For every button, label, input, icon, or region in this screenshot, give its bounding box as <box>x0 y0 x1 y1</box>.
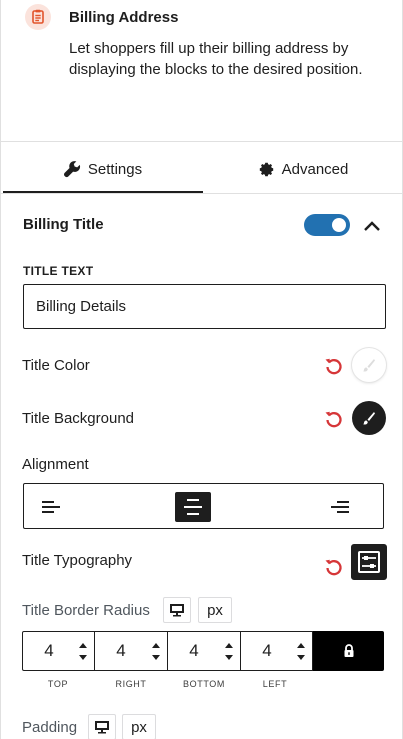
tab-settings[interactable]: Settings <box>3 145 203 193</box>
panel-title: Billing Title <box>23 216 104 233</box>
radius-right-caption: RIGHT <box>115 679 147 689</box>
toggle-knob <box>332 218 346 232</box>
radius-left-caption: LEFT <box>262 679 288 689</box>
desktop-icon <box>95 721 109 734</box>
tab-settings-label: Settings <box>87 160 143 178</box>
sliders-icon <box>358 551 380 573</box>
padding-label: Padding <box>22 719 78 736</box>
decrement-icon[interactable] <box>78 653 88 663</box>
radius-left-input[interactable]: 4 <box>241 631 313 671</box>
alignment-control <box>23 483 384 529</box>
radius-right-value[interactable]: 4 <box>95 632 147 670</box>
wrench-icon <box>63 160 80 177</box>
tabs-divider <box>1 193 403 194</box>
increment-icon[interactable] <box>224 640 234 650</box>
paint-brush-icon <box>363 412 375 425</box>
align-left-button[interactable] <box>32 492 68 522</box>
align-right-icon <box>331 501 349 513</box>
increment-icon[interactable] <box>296 640 306 650</box>
divider <box>1 141 403 142</box>
radius-top-caption: TOP <box>47 679 69 689</box>
title-background-swatch[interactable] <box>352 401 386 435</box>
radius-left-value[interactable]: 4 <box>241 632 293 670</box>
title-background-label: Title Background <box>22 410 135 427</box>
link-values-button[interactable] <box>313 631 384 671</box>
responsive-device-button[interactable] <box>163 597 191 623</box>
increment-icon[interactable] <box>78 640 88 650</box>
radius-bottom-input[interactable]: 4 <box>168 631 241 671</box>
radius-top-value[interactable]: 4 <box>23 632 75 670</box>
title-typography-label: Title Typography <box>22 552 133 569</box>
title-text-label: TITLE TEXT <box>23 264 94 278</box>
title-color-label: Title Color <box>22 357 90 374</box>
title-text-input[interactable] <box>23 284 386 329</box>
radius-bottom-value[interactable]: 4 <box>168 632 220 670</box>
paint-brush-icon <box>363 359 375 372</box>
billing-title-toggle[interactable] <box>304 214 350 236</box>
reset-icon[interactable] <box>323 355 345 377</box>
block-description: Let shoppers fill up their billing addre… <box>69 40 363 78</box>
align-center-icon <box>184 499 202 515</box>
alignment-label: Alignment <box>22 456 89 473</box>
radius-bottom-caption: BOTTOM <box>183 679 225 689</box>
align-left-icon <box>42 501 60 513</box>
block-title: Billing Address <box>69 9 179 26</box>
gear-icon <box>259 162 273 176</box>
align-center-button[interactable] <box>175 492 211 522</box>
decrement-icon[interactable] <box>151 653 161 663</box>
title-color-swatch[interactable] <box>352 348 386 382</box>
radius-right-input[interactable]: 4 <box>95 631 168 671</box>
tab-advanced-label: Advanced <box>281 160 349 178</box>
reset-icon[interactable] <box>323 408 345 430</box>
settings-sidebar: Billing Address Let shoppers fill up the… <box>0 0 403 739</box>
radius-top-input[interactable]: 4 <box>22 631 95 671</box>
responsive-device-button[interactable] <box>88 714 116 739</box>
title-border-radius-label: Title Border Radius <box>22 602 150 619</box>
reset-icon[interactable] <box>323 556 345 578</box>
padding-unit-selector[interactable]: px <box>122 714 156 739</box>
increment-icon[interactable] <box>151 640 161 650</box>
billing-address-icon <box>25 4 51 30</box>
desktop-icon <box>170 604 184 617</box>
lock-icon <box>344 644 353 657</box>
align-right-button[interactable] <box>322 492 358 522</box>
tab-advanced[interactable]: Advanced <box>203 145 403 193</box>
unit-selector[interactable]: px <box>198 597 232 623</box>
decrement-icon[interactable] <box>224 653 234 663</box>
typography-settings-button[interactable] <box>351 544 387 580</box>
decrement-icon[interactable] <box>296 653 306 663</box>
chevron-up-icon[interactable] <box>361 218 383 234</box>
